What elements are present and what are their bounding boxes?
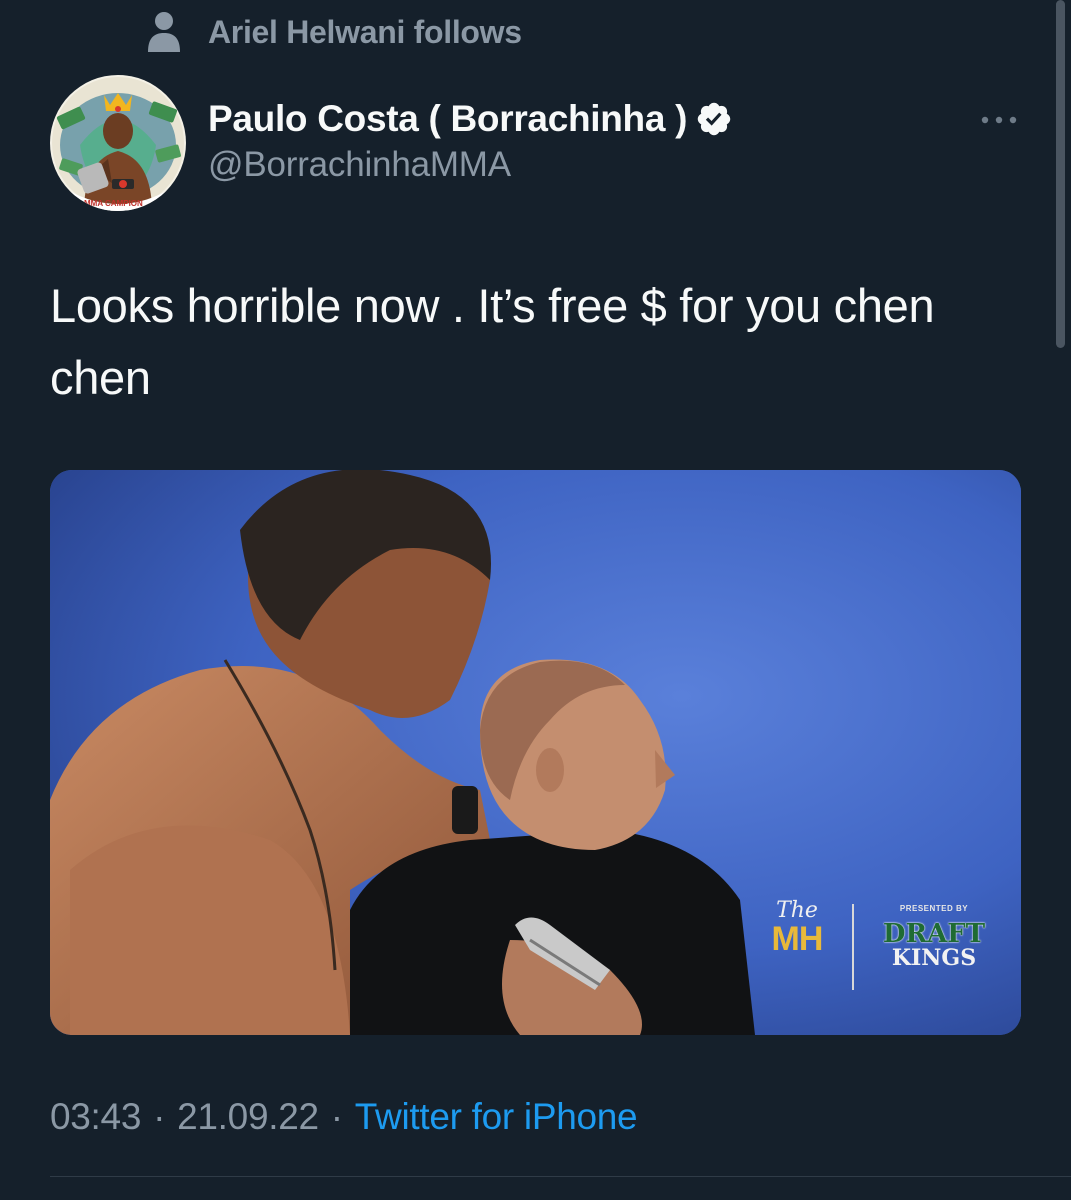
tweet-metadata: 03:43 · 21.09.22 · Twitter for iPhone [50, 1096, 638, 1138]
social-context[interactable]: Ariel Helwani follows [146, 10, 522, 54]
more-options-button[interactable] [972, 100, 1026, 140]
show-logo-mh: MH [771, 920, 824, 958]
presented-by-text: PRESENTED BY [899, 904, 969, 913]
person-icon [148, 12, 180, 52]
profile-avatar[interactable]: MMA CAMPION [50, 75, 186, 211]
author-handle[interactable]: @BorrachinhaMMA [208, 145, 733, 185]
avatar-caption: MMA CAMPION [84, 199, 143, 208]
display-name-row[interactable]: Paulo Costa ( Borrachinha ) [208, 97, 733, 141]
divider [50, 1176, 1071, 1177]
tweet-text: Looks horrible now . It’s free $ for you… [50, 279, 935, 404]
display-name[interactable]: Paulo Costa ( Borrachinha ) [208, 98, 687, 140]
meta-separator: · [153, 1096, 166, 1137]
tweet-media-photo[interactable]: The MH PRESENTED BY DRAFT KINGS [50, 470, 1021, 1035]
social-context-text: Ariel Helwani follows [208, 13, 522, 50]
scrollbar-thumb[interactable] [1056, 0, 1065, 348]
sponsor-line-1: DRAFT [882, 919, 986, 949]
sponsor-line-2: KINGS [891, 945, 977, 971]
tweet-detail-page: Ariel Helwani follows MMA CAMPION Paulo … [0, 0, 1071, 1200]
show-logo: The MH [760, 900, 834, 990]
author-names: Paulo Costa ( Borrachinha ) @Borrachinha… [208, 97, 733, 185]
sponsor-logo: PRESENTED BY DRAFT KINGS [872, 904, 996, 969]
tweet-author: MMA CAMPION Paulo Costa ( Borrachinha ) … [50, 75, 733, 211]
verified-badge-icon [697, 102, 731, 136]
tweet-source-link[interactable]: Twitter for iPhone [355, 1096, 638, 1138]
tweet-time[interactable]: 03:43 [50, 1096, 141, 1138]
video-watermark: The MH PRESENTED BY DRAFT KINGS [760, 900, 1000, 1000]
meta-separator: · [330, 1096, 343, 1137]
watermark-divider [852, 904, 854, 990]
more-dots-icon [981, 116, 1017, 124]
tweet-date[interactable]: 21.09.22 [177, 1096, 319, 1138]
show-logo-the: The [776, 898, 818, 923]
